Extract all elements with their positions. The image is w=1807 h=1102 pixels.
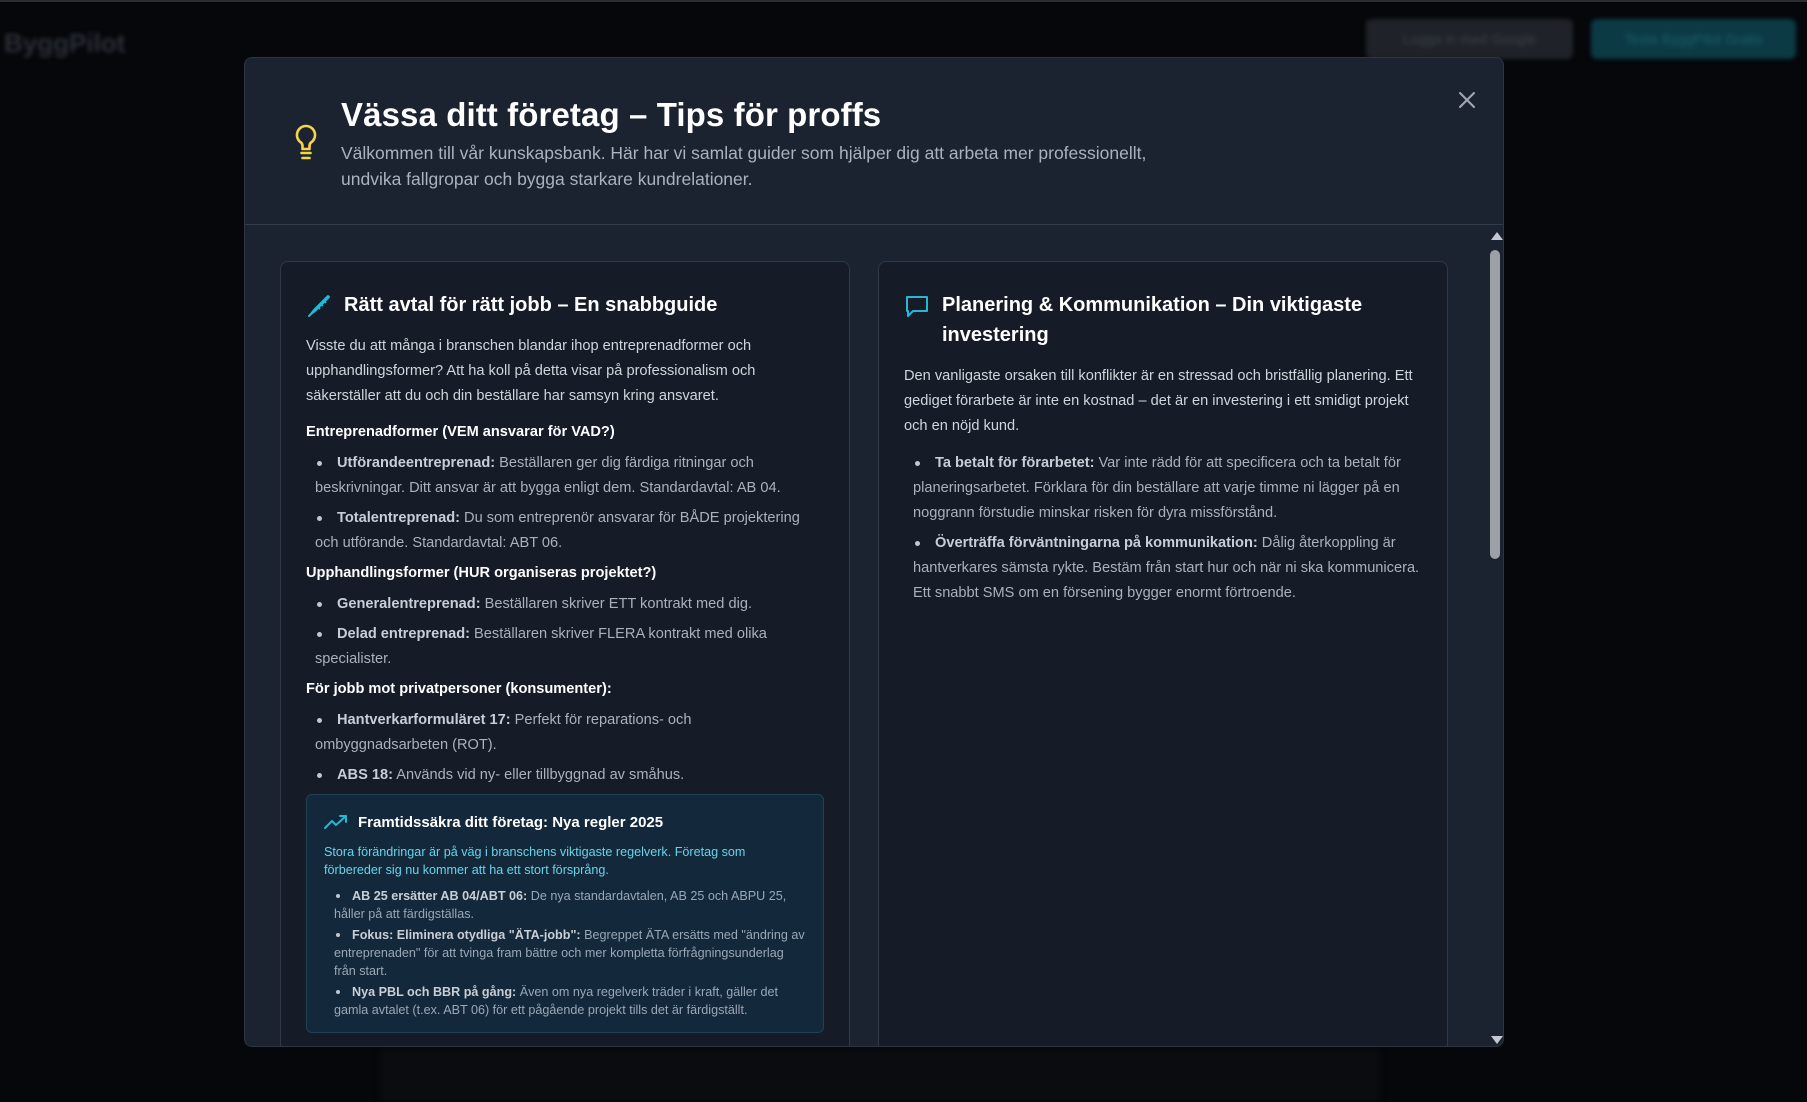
list-item: AB 25 ersätter AB 04/ABT 06: De nya stan… <box>334 887 806 923</box>
close-icon[interactable] <box>1452 85 1482 115</box>
scroll-down-arrow-icon[interactable] <box>1491 1036 1503 1044</box>
list-item: Utförandeentreprenad: Beställaren ger di… <box>315 451 824 501</box>
tips-list: Generalentreprenad: Beställaren skriver … <box>315 592 824 672</box>
list-item: Generalentreprenad: Beställaren skriver … <box>315 592 824 617</box>
login-button: Logga in med Google <box>1366 19 1573 59</box>
future-intro: Stora förändringar är på väg i branschen… <box>324 845 746 877</box>
list-item: Delad entreprenad: Beställaren skriver F… <box>315 622 824 672</box>
modal-body[interactable]: Rätt avtal för rätt jobb – En snabbguide… <box>245 226 1503 1046</box>
tips-modal: Vässa ditt företag – Tips för proffs Väl… <box>244 57 1504 1047</box>
card-title: Planering & Kommunikation – Din viktigas… <box>942 294 1363 346</box>
list-item: Totalentreprenad: Du som entreprenör ans… <box>315 506 824 556</box>
chat-icon <box>906 296 928 317</box>
scroll-up-arrow-icon[interactable] <box>1491 232 1503 240</box>
modal-title: Vässa ditt företag – Tips för proffs <box>341 96 882 133</box>
card-title: Rätt avtal för rätt jobb – En snabbguide <box>344 294 718 316</box>
list-item: ABS 18: Används vid ny- eller tillbyggna… <box>315 763 824 788</box>
list-item: Överträffa förväntningarna på kommunikat… <box>913 531 1422 606</box>
list-item: Fokus: Eliminera otydliga "ÄTA-jobb": Be… <box>334 928 805 978</box>
app-logo: ByggPilot <box>4 28 126 58</box>
scroll-thumb[interactable] <box>1490 250 1500 559</box>
tips-list: Utförandeentreprenad: Beställaren ger di… <box>315 451 824 556</box>
modal-subtitle: Välkommen till vår kunskapsbank. Här har… <box>341 143 1147 189</box>
list-item: Ta betalt för förarbetet: Var inte rädd … <box>913 451 1422 526</box>
future-title: Framtidssäkra ditt företag: Nya regler 2… <box>358 813 664 831</box>
lightbulb-icon <box>295 124 317 160</box>
planning-communication-card: Planering & Kommunikation – Din viktigas… <box>878 261 1448 1046</box>
contracts-guide-card: Rätt avtal för rätt jobb – En snabbguide… <box>280 261 850 1046</box>
trending-up-icon <box>324 815 347 829</box>
pen-icon <box>308 295 330 317</box>
section-heading: För jobb mot privatpersoner (konsumenter… <box>306 681 612 697</box>
background-footer <box>380 1050 1380 1102</box>
card-intro: Den vanligaste orsaken till konflikter ä… <box>904 368 1413 434</box>
future-list: AB 25 ersätter AB 04/ABT 06: De nya stan… <box>334 887 806 1019</box>
modal-scrollbar[interactable] <box>1487 230 1503 1046</box>
section-heading: Upphandlingsformer (HUR organiseras proj… <box>306 565 657 581</box>
section-heading: Entreprenadformer (VEM ansvarar för VAD?… <box>306 424 615 440</box>
modal-header: Vässa ditt företag – Tips för proffs Väl… <box>245 58 1503 225</box>
tips-list: Ta betalt för förarbetet: Var inte rädd … <box>913 451 1422 606</box>
tips-list: Hantverkarformuläret 17: Perfekt för rep… <box>315 708 824 788</box>
future-rules-box: Framtidssäkra ditt företag: Nya regler 2… <box>306 794 824 1033</box>
cta-button: Testa ByggPilot Gratis <box>1591 19 1796 59</box>
list-item: Hantverkarformuläret 17: Perfekt för rep… <box>315 708 824 758</box>
card-intro: Visste du att många i branschen blandar … <box>306 338 756 404</box>
list-item: Nya PBL och BBR på gång: Även om nya reg… <box>334 983 806 1019</box>
